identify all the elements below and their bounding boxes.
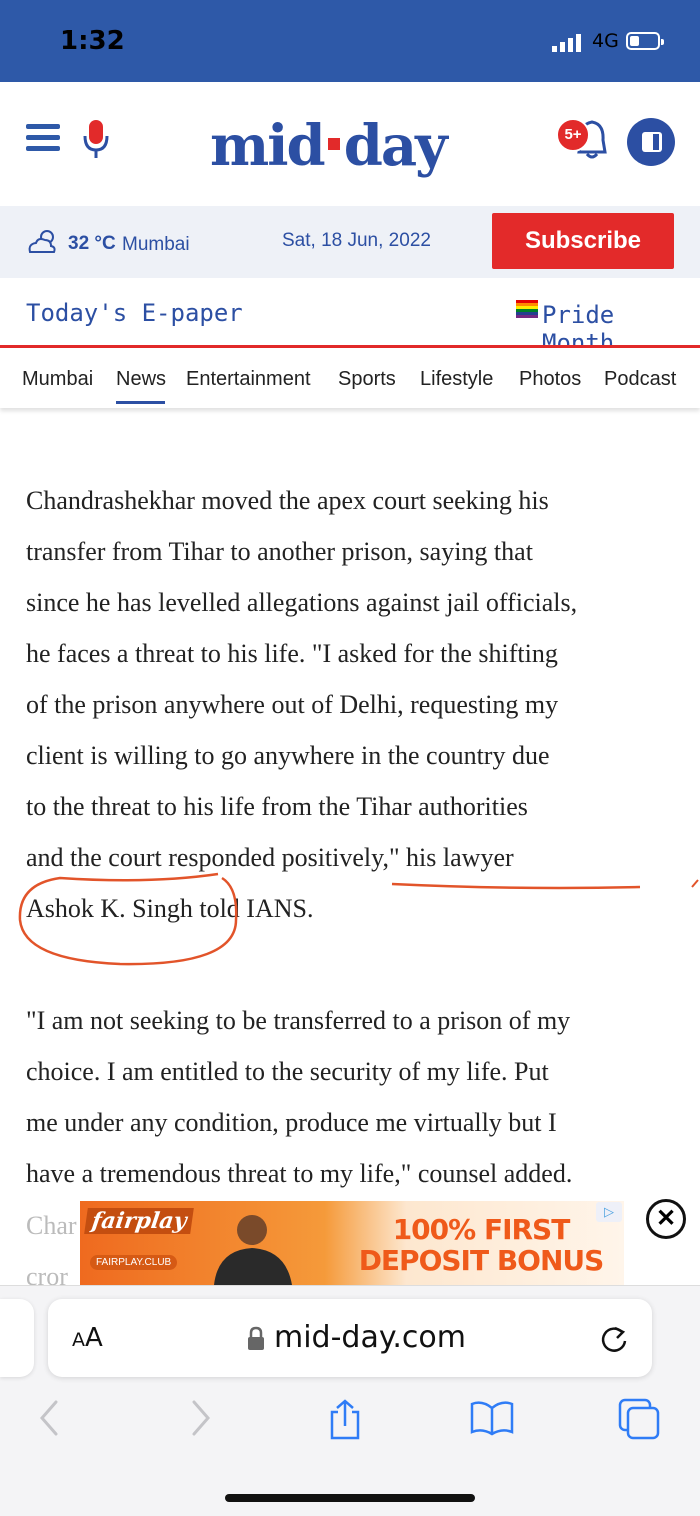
partly-cloudy-icon	[28, 230, 56, 253]
close-ad-icon[interactable]: ✕	[646, 1199, 686, 1239]
article-line: of the prison anywhere out of Delhi, req…	[26, 690, 559, 719]
article-line: since he has levelled allegations agains…	[26, 588, 578, 617]
current-date: Sat, 18 Jun, 2022	[282, 230, 431, 251]
subscribe-button[interactable]: Subscribe	[492, 213, 674, 269]
ad-headline: 100% FIRST	[392, 1213, 571, 1246]
adchoices-icon[interactable]: ▷	[596, 1202, 622, 1222]
ad-brand-url: FAIRPLAY.CLUB	[90, 1255, 178, 1270]
app-icon[interactable]	[627, 118, 675, 166]
microphone-icon[interactable]	[82, 118, 110, 162]
nav-item-news[interactable]: News	[116, 368, 166, 391]
text-size-button[interactable]: AA	[72, 1323, 103, 1353]
tabs-icon[interactable]	[616, 1398, 662, 1442]
bookmarks-icon[interactable]	[468, 1398, 516, 1438]
article-line: "I am not seeking to be transferred to a…	[26, 1006, 571, 1035]
ad-subheadline: DEPOSIT BONUS	[358, 1244, 605, 1277]
article-line: choice. I am entitled to the security of…	[26, 1057, 549, 1086]
back-icon[interactable]	[36, 1398, 62, 1438]
ad-brand-logo: fairplay	[84, 1208, 195, 1234]
url-text[interactable]: mid-day.com	[274, 1320, 466, 1355]
article-line: me under any condition, produce me virtu…	[26, 1108, 557, 1137]
reload-icon[interactable]	[598, 1322, 630, 1356]
article-line: Chandrashekhar moved the apex court seek…	[26, 486, 549, 515]
handwritten-annotation	[18, 872, 699, 966]
nav-item-lifestyle[interactable]: Lifestyle	[420, 368, 493, 391]
article-paragraph: "I am not seeking to be transferred to a…	[26, 995, 700, 1199]
home-indicator	[225, 1494, 475, 1502]
forward-icon[interactable]	[188, 1398, 214, 1438]
nav-item-sports[interactable]: Sports	[338, 368, 396, 391]
nav-item-photos[interactable]: Photos	[519, 368, 581, 391]
pride-flag-icon	[516, 300, 538, 318]
temperature: 32 °C	[68, 233, 116, 254]
nav-item-podcast[interactable]: Podcast	[604, 368, 676, 391]
article-line: client is willing to go anywhere in the …	[26, 741, 550, 770]
article-line: have a tremendous threat to my life," co…	[26, 1159, 573, 1188]
nav-item-mumbai[interactable]: Mumbai	[22, 368, 93, 391]
mid-day-logo[interactable]: mid day	[210, 118, 448, 174]
battery-icon	[626, 32, 664, 50]
ad-person-image	[214, 1215, 292, 1285]
signal-icon	[552, 34, 581, 52]
city: Mumbai	[122, 234, 190, 255]
hamburger-menu-icon[interactable]	[26, 124, 60, 156]
lock-icon	[248, 1326, 264, 1350]
article-line: transfer from Tihar to another prison, s…	[26, 537, 533, 566]
article-line: he faces a threat to his life. "I asked …	[26, 639, 558, 668]
active-tab-indicator	[116, 401, 165, 404]
nav-item-entertainment[interactable]: Entertainment	[186, 368, 311, 391]
status-time: 1:32	[60, 26, 125, 56]
notification-count-badge: 5+	[556, 118, 590, 152]
share-icon[interactable]	[326, 1398, 364, 1442]
article-line: to the threat to his life from the Tihar…	[26, 792, 528, 821]
network-type: 4G	[592, 30, 619, 52]
previous-tab-preview[interactable]	[0, 1299, 34, 1377]
epaper-link[interactable]: Today's E-paper	[26, 299, 243, 327]
